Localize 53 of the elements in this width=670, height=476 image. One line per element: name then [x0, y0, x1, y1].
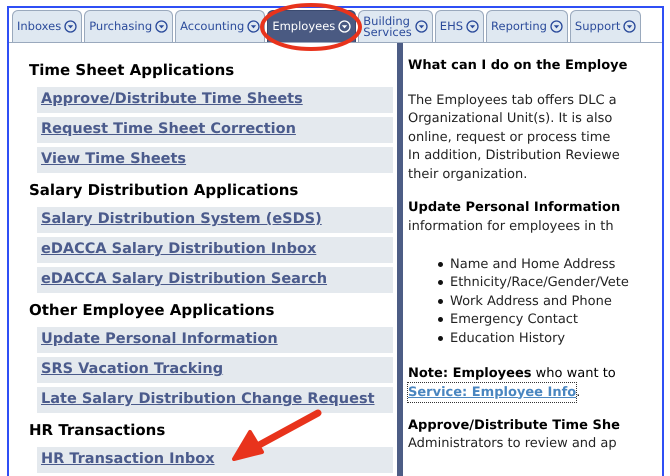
list-item: Ethnicity/Race/Gender/Vete [450, 274, 629, 292]
chevron-down-icon [64, 20, 78, 33]
content-heading: Approve/Distribute Time She [408, 416, 621, 434]
section-heading: Salary Distribution Applications [29, 180, 298, 201]
content-heading: Update Personal Information [408, 199, 622, 217]
bullet-icon [438, 280, 443, 286]
nav-tab[interactable]: Support [570, 10, 642, 42]
list-item: Name and Home Address [450, 256, 616, 274]
application-link[interactable]: Request Time Sheet Correction [41, 119, 296, 141]
nav-tab[interactable]: EHS [434, 10, 484, 42]
section-heading: Time Sheet Applications [29, 60, 234, 81]
chevron-down-icon [466, 20, 480, 33]
paragraph-line: information for employees in th [408, 218, 615, 236]
nav-tab[interactable]: Purchasing [84, 10, 174, 42]
nav-tab[interactable]: Inboxes [12, 10, 82, 42]
period-text: . [576, 384, 580, 402]
bullet-icon [438, 298, 443, 304]
application-link[interactable]: Late Salary Distribution Change Request [41, 389, 375, 411]
nav-tab[interactable]: Employees [267, 10, 356, 42]
application-link[interactable]: eDACCA Salary Distribution Inbox [41, 239, 316, 261]
list-item: Work Address and Phone [450, 292, 612, 310]
paragraph-line: The Employees tab offers DLC a [408, 92, 618, 110]
bullet-icon [438, 336, 443, 341]
application-link[interactable]: Approve/Distribute Time Sheets [41, 89, 303, 111]
nav-tab[interactable]: Accounting [175, 10, 266, 42]
application-link[interactable]: eDACCA Salary Distribution Search [41, 269, 328, 291]
paragraph-line: online, request or process time [408, 128, 612, 146]
content-heading: What can I do on the Employe [408, 57, 628, 75]
application-link[interactable]: SRS Vacation Tracking [41, 359, 224, 381]
application-link[interactable]: View Time Sheets [41, 149, 186, 171]
section-heading: HR Transactions [29, 420, 166, 441]
chevron-down-icon [155, 20, 168, 33]
list-item: Emergency Contact [450, 311, 578, 329]
list-item: Education History [450, 330, 566, 348]
nav-tab[interactable]: Building Services [358, 10, 433, 42]
chevron-down-icon [247, 20, 260, 33]
chevron-down-icon [338, 20, 352, 33]
application-link[interactable]: Salary Distribution System (eSDS) [41, 209, 322, 231]
paragraph-line: Organizational Unit(s). It is also [408, 110, 614, 128]
bullet-icon [438, 262, 443, 267]
chevron-down-icon [550, 20, 563, 33]
bullet-icon [438, 317, 443, 322]
employee-info-link[interactable]: Service: Employee Info [408, 382, 576, 402]
section-heading: Other Employee Applications [29, 300, 274, 321]
application-link[interactable]: Update Personal Information [41, 329, 278, 351]
chevron-down-icon [623, 20, 636, 33]
note-line: Note: Employees who want to [408, 364, 617, 382]
paragraph-line: In addition, Distribution Reviewe [408, 147, 621, 165]
chevron-down-icon [414, 20, 428, 33]
paragraph-line: their organization. [408, 166, 528, 184]
application-link[interactable]: HR Transaction Inbox [41, 449, 215, 471]
paragraph-line: Administrators to review and ap [408, 435, 618, 453]
nav-tab[interactable]: Reporting [486, 10, 568, 42]
